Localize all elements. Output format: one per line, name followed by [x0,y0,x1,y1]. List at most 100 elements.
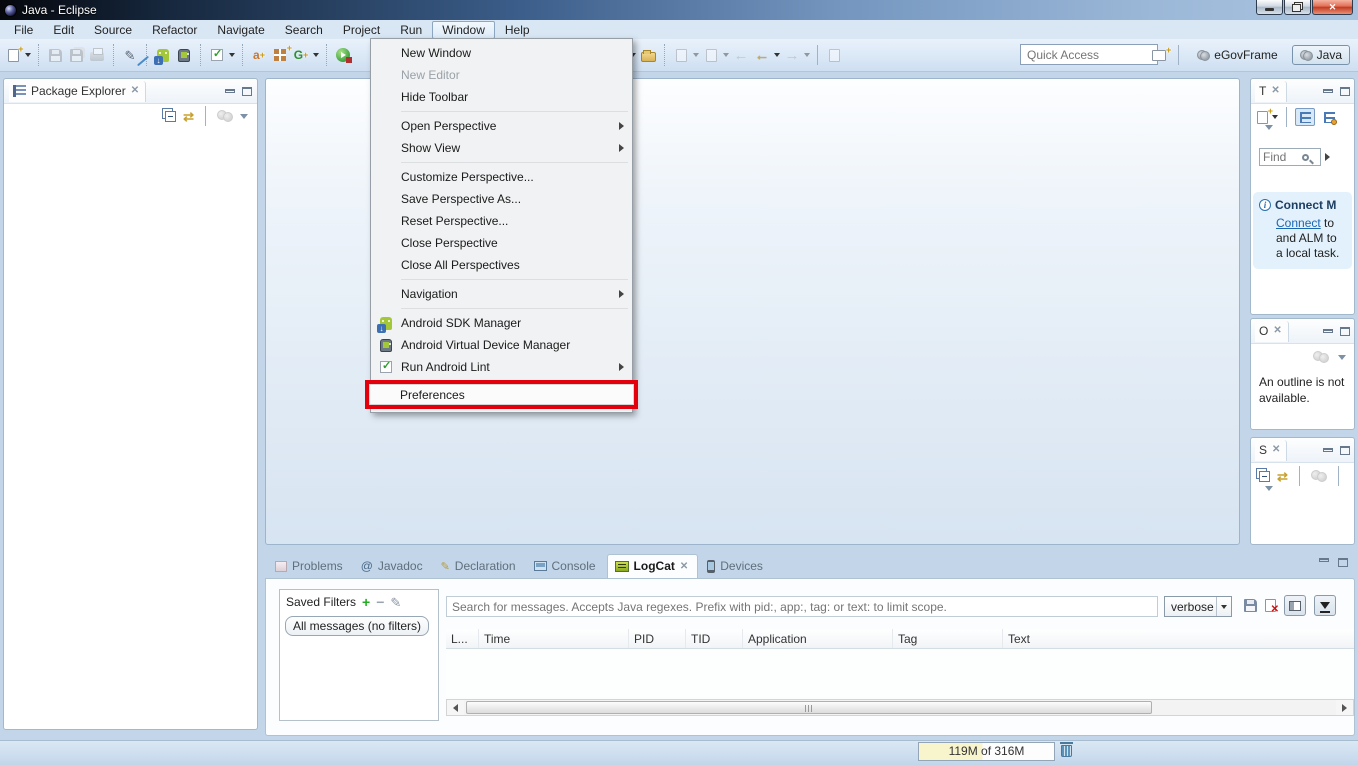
menu-window[interactable]: Window [432,21,495,39]
minimize-panel-icon[interactable] [1323,89,1333,93]
print-button[interactable] [88,45,106,65]
column-pid[interactable]: PID [629,629,686,648]
column-level[interactable]: L... [446,629,479,648]
run-lint-button[interactable]: ✓ [208,45,226,65]
menu-item-save-perspective-as[interactable]: Save Perspective As... [371,188,632,210]
forward-button[interactable]: → [783,45,801,65]
menu-item-reset-perspective[interactable]: Reset Perspective... [371,210,632,232]
menu-item-preferences[interactable]: Preferences [369,384,634,405]
menu-item-android-sdk-manager[interactable]: Android SDK Manager [371,312,632,334]
menu-search[interactable]: Search [275,21,333,39]
menu-project[interactable]: Project [333,21,390,39]
tab-task-list[interactable]: T ✕ [1255,81,1287,102]
collapse-all-icon[interactable] [165,111,176,122]
minimize-panel-icon[interactable] [1319,558,1329,562]
close-tab-icon[interactable]: ✕ [131,85,139,96]
focus-icon[interactable] [217,110,233,122]
column-time[interactable]: Time [479,629,629,648]
edit-filter-icon[interactable]: ✎ [390,596,401,609]
last-edit-location-button[interactable]: ← [732,45,750,65]
focus-icon[interactable] [1313,351,1329,363]
maximize-panel-icon[interactable] [1340,87,1350,96]
new-project-dropdown[interactable] [313,53,319,57]
log-level-select[interactable]: verbose [1164,596,1232,617]
back-dropdown[interactable] [774,53,780,57]
tab-javadoc[interactable]: @Javadoc [354,555,432,578]
remove-filter-icon[interactable]: − [376,595,384,609]
menu-item-close-perspective[interactable]: Close Perspective [371,232,632,254]
scrollbar-thumb[interactable] [466,701,1152,714]
categorized-view-button[interactable] [1295,108,1315,126]
previous-annotation-dropdown[interactable] [723,53,729,57]
restore-button[interactable] [1284,0,1311,15]
tab-package-explorer[interactable]: Package Explorer ✕ [9,81,146,102]
tab-problems[interactable]: Problems [268,555,352,578]
tab-outline[interactable]: O ✕ [1255,321,1289,342]
maximize-panel-icon[interactable] [242,87,252,96]
menu-run[interactable]: Run [390,21,432,39]
android-sdk-manager-button[interactable] [154,45,172,65]
link-with-editor-icon[interactable]: ⇄ [183,110,194,123]
link-with-editor-button[interactable] [825,45,843,65]
new-wizard-button[interactable]: + [4,45,22,65]
find-input[interactable] [1263,150,1299,164]
menu-item-run-android-lint[interactable]: ✓Run Android Lint [371,356,632,378]
perspective-egovframe-button[interactable]: eGovFrame [1189,45,1285,65]
save-all-button[interactable] [67,45,85,65]
view-menu-icon[interactable] [1338,355,1346,360]
previous-annotation-button[interactable] [702,45,720,65]
run-button[interactable] [334,45,352,65]
close-tab-icon[interactable]: ✕ [1273,325,1281,336]
save-button[interactable] [46,45,64,65]
back-button[interactable]: ← [753,45,771,65]
tab-declaration[interactable]: ✎Declaration [434,555,525,578]
connect-link[interactable]: Connect [1276,216,1321,230]
scroll-left-icon[interactable] [447,700,464,715]
new-task-icon[interactable]: + [1257,111,1268,124]
open-perspective-button[interactable]: + [1150,45,1168,65]
menu-item-new-window[interactable]: New Window [371,42,632,64]
scheduled-view-button[interactable] [1319,108,1339,126]
close-tab-icon[interactable]: ✕ [680,561,688,572]
horizontal-scrollbar[interactable] [446,699,1354,716]
next-annotation-dropdown[interactable] [693,53,699,57]
forward-dropdown[interactable] [804,53,810,57]
garbage-collect-icon[interactable] [1061,745,1072,757]
export-log-icon[interactable] [1244,599,1257,612]
find-field[interactable] [1259,148,1321,166]
column-application[interactable]: Application [743,629,893,648]
expand-right-icon[interactable] [1325,153,1330,161]
menu-item-hide-toolbar[interactable]: Hide Toolbar [371,86,632,108]
close-tab-icon[interactable]: ✕ [1272,444,1280,455]
column-tid[interactable]: TID [686,629,743,648]
minimize-panel-icon[interactable] [1323,448,1333,452]
new-xml-file-button[interactable]: a+ [250,45,268,65]
focus-icon[interactable] [1311,470,1327,482]
filter-all-messages[interactable]: All messages (no filters) [285,616,429,636]
tab-console[interactable]: Console [527,555,605,578]
tab-devices[interactable]: Devices [700,555,772,578]
display-saved-filters-toggle[interactable] [1284,595,1306,616]
menu-source[interactable]: Source [84,21,142,39]
perspective-java-button[interactable]: Java [1292,45,1350,65]
menu-file[interactable]: File [4,21,43,39]
new-project-button[interactable]: G+ [292,45,310,65]
tab-logcat[interactable]: LogCat✕ [607,554,699,578]
menu-navigate[interactable]: Navigate [207,21,274,39]
view-menu-icon[interactable] [1265,125,1273,144]
menu-refactor[interactable]: Refactor [142,21,207,39]
avd-manager-button[interactable] [175,45,193,65]
collapse-all-icon[interactable] [1259,471,1270,482]
link-with-editor-icon[interactable]: ⇄ [1277,470,1288,483]
menu-item-navigation[interactable]: Navigation [371,283,632,305]
maximize-panel-icon[interactable] [1340,446,1350,455]
quick-access-input[interactable] [1020,44,1158,65]
menu-item-show-view[interactable]: Show View [371,137,632,159]
run-lint-dropdown[interactable] [229,53,235,57]
minimize-panel-icon[interactable] [1323,329,1333,333]
pencil-slash-button[interactable]: ✎ [121,45,139,65]
add-filter-icon[interactable]: + [362,595,370,609]
close-tab-icon[interactable]: ✕ [1271,85,1279,96]
column-tag[interactable]: Tag [893,629,1003,648]
menu-item-open-perspective[interactable]: Open Perspective [371,115,632,137]
